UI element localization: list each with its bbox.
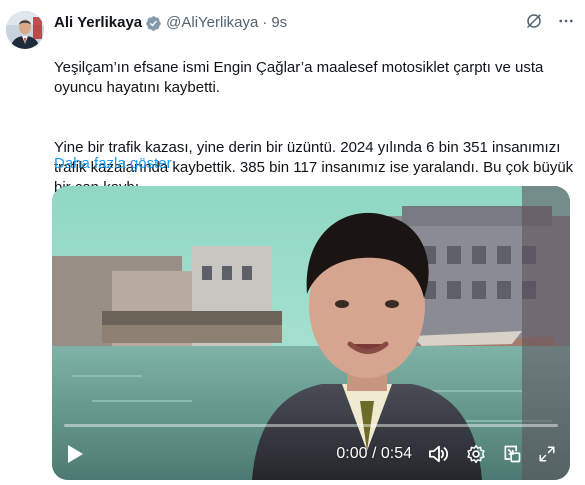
volume-icon[interactable] [428, 444, 450, 464]
author-handle[interactable]: @AliYerlikaya [166, 13, 258, 33]
more-icon[interactable] [557, 12, 575, 30]
video-progress-track[interactable] [64, 424, 558, 427]
tweet-time[interactable]: 9s [271, 13, 287, 33]
video-player[interactable]: 0:00 / 0:54 [52, 186, 570, 480]
avatar-image [6, 11, 44, 49]
play-icon[interactable] [66, 444, 84, 464]
tweet-paragraph-1: Yeşilçam’ın efsane ismi Engin Çağlar’a m… [54, 59, 544, 96]
fullscreen-icon[interactable] [538, 445, 556, 463]
separator-dot: · [262, 14, 268, 31]
avatar[interactable] [6, 11, 44, 49]
author-name[interactable]: Ali Yerlikaya [54, 13, 142, 33]
show-more-link[interactable]: Daha fazla göster [54, 154, 172, 174]
video-timecode: 0:00 / 0:54 [336, 445, 412, 462]
video-right-controls [428, 444, 556, 464]
grok-icon[interactable] [525, 12, 543, 30]
tweet-header: Ali Yerlikaya @AliYerlikaya · 9s [54, 12, 575, 34]
settings-icon[interactable] [466, 444, 486, 464]
header-actions [525, 12, 575, 30]
verified-badge-icon [142, 15, 166, 32]
picture-in-picture-icon[interactable] [502, 444, 522, 464]
video-controls: 0:00 / 0:54 [52, 428, 570, 480]
